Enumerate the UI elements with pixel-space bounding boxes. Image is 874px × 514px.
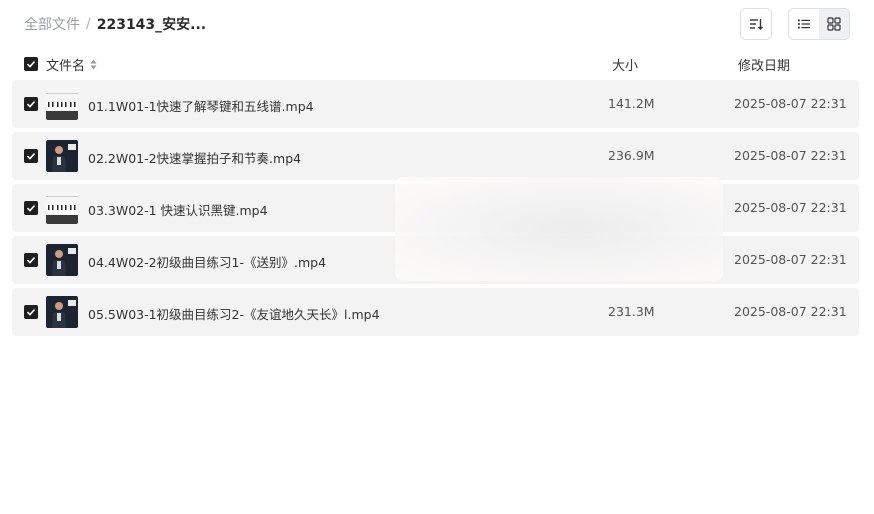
file-size: 141.2M [608, 96, 655, 111]
video-thumbnail[interactable] [46, 88, 78, 120]
file-name[interactable]: 03.3W02-1 快速认识黑键.mp4 [88, 200, 268, 219]
table-header: 文件名 大小 修改日期 [12, 52, 859, 76]
video-thumbnail[interactable] [46, 244, 78, 276]
sort-lines-icon [750, 19, 763, 30]
breadcrumb: 全部文件 / 223143_安安... [24, 14, 206, 34]
file-size: 236.9M [608, 148, 655, 163]
row-checkbox[interactable] [24, 97, 38, 111]
sort-caret-icon [90, 59, 97, 70]
column-header-size[interactable]: 大小 [612, 55, 638, 74]
column-header-name[interactable]: 文件名 [46, 55, 97, 74]
check-icon [26, 152, 36, 160]
row-checkbox[interactable] [24, 201, 38, 215]
file-name[interactable]: 05.5W03-1初级曲目练习2-《友谊地久天长》l.mp4 [88, 304, 380, 323]
file-date: 2025-08-07 22:31 [734, 148, 847, 163]
breadcrumb-root-link[interactable]: 全部文件 [24, 14, 80, 34]
file-date: 2025-08-07 22:31 [734, 252, 847, 267]
grid-view-icon [827, 17, 841, 31]
row-checkbox[interactable] [24, 149, 38, 163]
grid-view-button[interactable] [819, 9, 849, 39]
list-view-button[interactable] [789, 9, 819, 39]
sort-button[interactable] [740, 8, 772, 40]
check-icon [26, 60, 36, 68]
file-row[interactable]: 03.3W02-1 快速认识黑键.mp4 2025-08-07 22:31 [12, 184, 859, 232]
video-thumbnail[interactable] [46, 192, 78, 224]
row-checkbox[interactable] [24, 253, 38, 267]
check-icon [26, 100, 36, 108]
top-bar: 全部文件 / 223143_安安... [0, 0, 874, 48]
file-row[interactable]: 05.5W03-1初级曲目练习2-《友谊地久天长》l.mp4 231.3M 20… [12, 288, 859, 336]
check-icon [26, 204, 36, 212]
column-header-name-label: 文件名 [46, 59, 86, 74]
file-date: 2025-08-07 22:31 [734, 200, 847, 215]
breadcrumb-current-folder: 223143_安安... [96, 17, 207, 33]
file-list: 01.1W01-1快速了解琴键和五线谱.mp4 141.2M 2025-08-0… [12, 80, 859, 340]
file-name[interactable]: 02.2W01-2快速掌握拍子和节奏.mp4 [88, 148, 301, 167]
file-size: 231.3M [608, 304, 655, 319]
file-row[interactable]: 01.1W01-1快速了解琴键和五线谱.mp4 141.2M 2025-08-0… [12, 80, 859, 128]
file-name[interactable]: 01.1W01-1快速了解琴键和五线谱.mp4 [88, 96, 314, 115]
column-header-date[interactable]: 修改日期 [738, 55, 790, 74]
select-all-checkbox[interactable] [24, 57, 38, 71]
breadcrumb-separator: / [86, 16, 91, 32]
view-toggle [788, 8, 850, 40]
file-date: 2025-08-07 22:31 [734, 96, 847, 111]
list-view-icon [798, 19, 810, 29]
video-thumbnail[interactable] [46, 140, 78, 172]
video-thumbnail[interactable] [46, 296, 78, 328]
file-name[interactable]: 04.4W02-2初级曲目练习1-《送别》.mp4 [88, 252, 326, 271]
file-row[interactable]: 04.4W02-2初级曲目练习1-《送别》.mp4 2025-08-07 22:… [12, 236, 859, 284]
check-icon [26, 308, 36, 316]
file-date: 2025-08-07 22:31 [734, 304, 847, 319]
file-row[interactable]: 02.2W01-2快速掌握拍子和节奏.mp4 236.9M 2025-08-07… [12, 132, 859, 180]
row-checkbox[interactable] [24, 305, 38, 319]
check-icon [26, 256, 36, 264]
